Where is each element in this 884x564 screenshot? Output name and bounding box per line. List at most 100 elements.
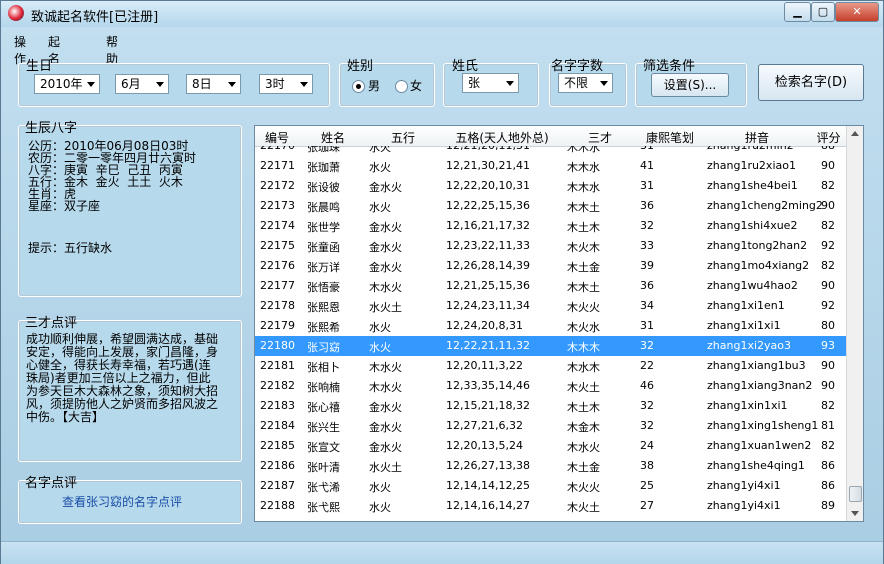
table-row[interactable]: 22177 张悟豪 木水火 12,21,25,15,36 木木土 36 zhang1wu4h… <box>255 276 848 296</box>
table-row[interactable]: 22183 张心禧 金水火 12,15,21,18,32 木土木 32 zhang1xin1… <box>255 396 848 416</box>
table-cell: 82 <box>821 439 835 452</box>
hour-select[interactable]: 3时 <box>259 74 313 94</box>
menu-operation[interactable]: 操作 <box>14 33 26 67</box>
column-header[interactable]: 五行 <box>367 129 439 146</box>
menu-help[interactable]: 帮助 <box>106 33 118 67</box>
column-header[interactable]: 五格(天人地外总) <box>439 129 565 146</box>
results-table[interactable]: 编号 姓名 五行 五格(天人地外总) 三才 康熙笔划 拼音 评分 22170 张珈… <box>254 125 864 522</box>
scroll-down-icon[interactable] <box>851 511 859 516</box>
table-cell: zhang1ru2min2 <box>707 146 794 152</box>
table-cell: 张习窈 <box>307 341 340 354</box>
sancai-label: 三才点评 <box>25 316 78 331</box>
table-cell: 张相卜 <box>307 361 340 374</box>
column-header[interactable]: 编号 <box>255 129 299 146</box>
window-title: 致诚起名软件[已注册] <box>31 10 159 25</box>
table-row[interactable]: 22179 张熙希 水火 12,24,20,8,31 木火水 31 zhang1xi1xi1… <box>255 316 848 336</box>
sancai-line: 中伤。【大吉】 <box>26 410 105 424</box>
table-row[interactable]: 22178 张熙恩 水火土 12,24,23,11,34 木火火 34 zhang1xi1e… <box>255 296 848 316</box>
search-names-button[interactable]: 检索名字(D) <box>758 64 864 101</box>
table-cell: 22170 <box>260 146 295 152</box>
column-header[interactable]: 三才 <box>565 129 635 146</box>
table-cell: 木火火 <box>567 481 600 494</box>
table-cell: 金水火 <box>369 401 402 414</box>
table-cell: 86 <box>821 459 835 472</box>
table-cell: 22173 <box>260 199 295 212</box>
male-radio[interactable] <box>352 80 365 93</box>
table-cell: 12,26,27,13,38 <box>446 459 530 472</box>
table-row[interactable]: 22174 张世学 金水火 12,16,21,17,32 木土木 32 zhang1shi4… <box>255 216 848 236</box>
table-row[interactable]: 22185 张宣文 金水火 12,20,13,5,24 木水火 24 zhang1xuan1… <box>255 436 848 456</box>
column-header[interactable]: 拼音 <box>705 129 809 146</box>
day-value: 8日 <box>192 77 212 91</box>
table-cell: zhang1xin1xi1 <box>707 399 788 412</box>
table-cell: 水火 <box>369 201 391 214</box>
table-row[interactable]: 22175 张童函 金水火 12,23,22,11,33 木火木 33 zhang1tong… <box>255 236 848 256</box>
table-cell: 木水火 <box>567 441 600 454</box>
app-window: 致诚起名软件[已注册] ▁ ▢ ✕ 操作 起名常识 帮助 生日 2010年 6月… <box>0 0 884 564</box>
table-cell: 22185 <box>260 439 295 452</box>
table-cell: 38 <box>640 459 654 472</box>
surname-label: 姓氏 <box>452 59 479 74</box>
vertical-scrollbar[interactable] <box>846 126 863 521</box>
table-row[interactable]: 22186 张叶清 水火土 12,26,27,13,38 木土金 38 zhang1she4… <box>255 456 848 476</box>
table-row[interactable]: 22182 张响楠 木水火 12,33,35,14,46 木火土 46 zhang1xian… <box>255 376 848 396</box>
table-cell: 水火 <box>369 146 391 154</box>
table-cell: 39 <box>640 259 654 272</box>
table-cell: 36 <box>640 279 654 292</box>
name-length-select[interactable]: 不限 <box>558 73 613 93</box>
table-cell: 22179 <box>260 319 295 332</box>
table-cell: 12,22,20,10,31 <box>446 179 530 192</box>
scroll-up-icon[interactable] <box>851 131 859 136</box>
table-row[interactable]: 22170 张珈琛 水火 12,21,20,11,31 木木水 31 zhang1ru2mi… <box>255 146 848 156</box>
table-cell: 张宣文 <box>307 441 340 454</box>
table-row[interactable]: 22187 张弋浠 水火 12,14,14,12,25 木火火 25 zhang1yi4xi… <box>255 476 848 496</box>
table-cell: 82 <box>821 219 835 232</box>
table-cell: 张世学 <box>307 221 340 234</box>
table-row[interactable]: 22173 张晨鸣 水火 12,22,25,15,36 木木土 36 zhang1cheng… <box>255 196 848 216</box>
table-cell: 27 <box>640 499 654 512</box>
column-header[interactable]: 姓名 <box>299 129 367 146</box>
column-header[interactable]: 康熙笔划 <box>635 129 705 146</box>
table-cell: 张悟豪 <box>307 281 340 294</box>
maximize-button[interactable]: ▢ <box>811 2 835 22</box>
table-row[interactable]: 22181 张相卜 木水火 12,20,11,3,22 木水木 22 zhang1xiang… <box>255 356 848 376</box>
table-cell: 木木水 <box>567 146 600 154</box>
minimize-button[interactable]: ▁ <box>784 2 811 22</box>
column-header[interactable]: 评分 <box>809 129 848 146</box>
year-select[interactable]: 2010年 <box>34 74 100 94</box>
surname-select[interactable]: 张 <box>462 73 519 93</box>
table-cell: 31 <box>640 179 654 192</box>
table-cell: 90 <box>821 279 835 292</box>
table-cell: zhang1ru2xiao1 <box>707 159 796 172</box>
chevron-down-icon <box>87 82 95 87</box>
table-cell: 22177 <box>260 279 295 292</box>
table-cell: 31 <box>640 319 654 332</box>
day-select[interactable]: 8日 <box>186 74 241 94</box>
table-row[interactable]: 22172 张设彼 金水火 12,22,20,10,31 木木水 31 zhang1she4… <box>255 176 848 196</box>
table-row[interactable]: 22188 张弋熙 水火 12,14,16,14,27 木火土 27 zhang1yi4xi… <box>255 496 848 516</box>
female-radio[interactable] <box>395 80 408 93</box>
table-cell: 93 <box>821 339 835 352</box>
scrollbar-thumb[interactable] <box>849 486 862 502</box>
table-cell: zhang1mo4xiang2 <box>707 259 810 272</box>
name-comment-link[interactable]: 查看张习窈的名字点评 <box>62 493 182 510</box>
chevron-down-icon <box>506 81 514 86</box>
filter-settings-button[interactable]: 设置(S)... <box>651 73 729 97</box>
table-row[interactable]: 22176 张万详 金水火 12,26,28,14,39 木土金 39 zhang1mo4x… <box>255 256 848 276</box>
table-cell: 12,20,13,5,24 <box>446 439 523 452</box>
table-cell: 12,33,35,14,46 <box>446 379 530 392</box>
table-row[interactable]: 22184 张兴生 金水火 12,27,21,6,32 木金木 32 zhang1xing1… <box>255 416 848 436</box>
month-select[interactable]: 6月 <box>115 74 169 94</box>
table-cell: 34 <box>640 299 654 312</box>
table-row[interactable]: 22171 张珈萧 水火 12,21,30,21,41 木木水 41 zhang1ru2xi… <box>255 156 848 176</box>
table-cell: 92 <box>821 299 835 312</box>
title-bar[interactable]: 致诚起名软件[已注册] ▁ ▢ ✕ <box>1 1 883 27</box>
table-cell: 12,21,25,15,36 <box>446 279 530 292</box>
table-row[interactable]: 22180 张习窈 水火 12,22,21,11,32 木木木 32 zhang1xi2ya… <box>255 336 848 356</box>
male-label: 男 <box>368 79 381 93</box>
table-cell: 木水火 <box>369 361 402 374</box>
table-cell: 金水火 <box>369 221 402 234</box>
close-button[interactable]: ✕ <box>835 2 879 22</box>
table-cell: 木水木 <box>567 361 600 374</box>
table-cell: zhang1yi4xi1 <box>707 479 781 492</box>
